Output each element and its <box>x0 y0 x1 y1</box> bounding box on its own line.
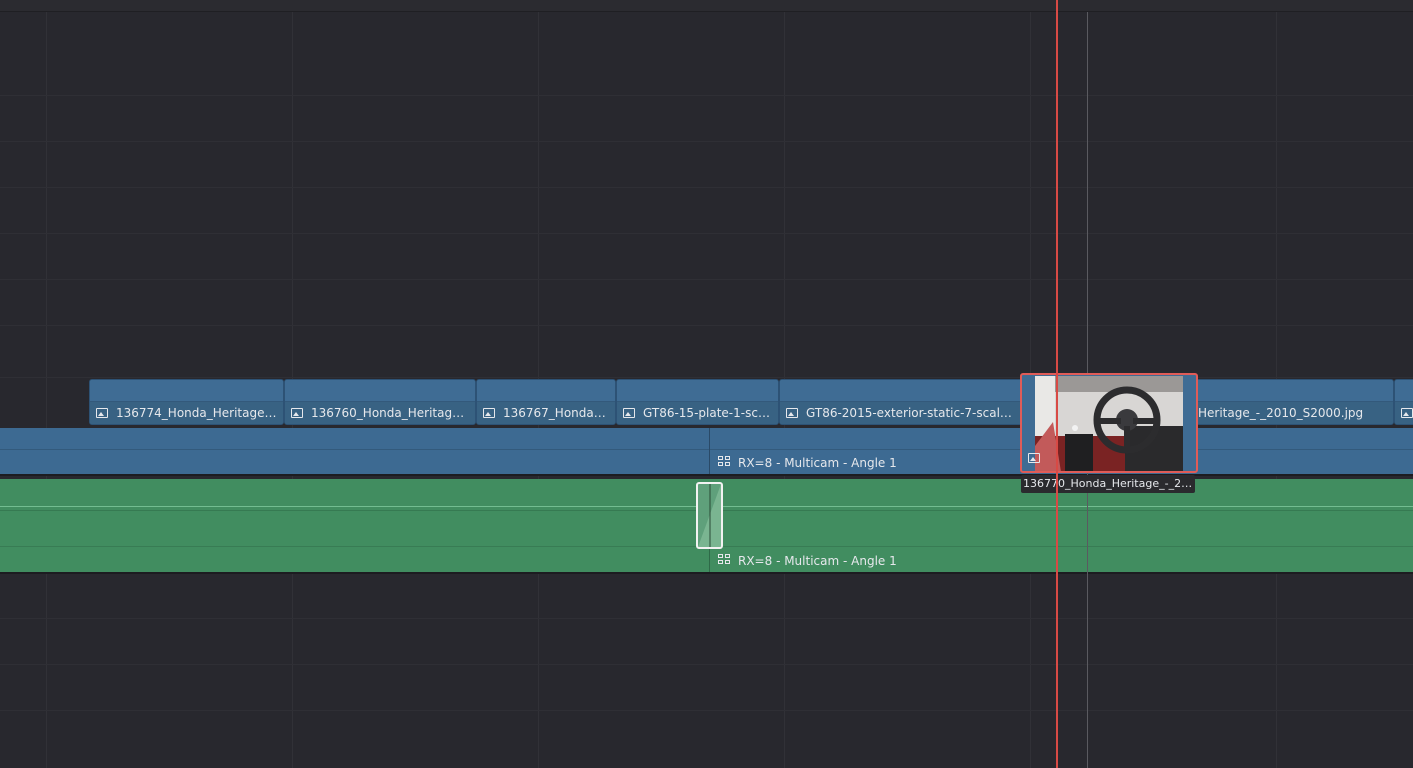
selected-clip[interactable] <box>1020 373 1198 473</box>
clip-name: GT86-2015-exterior-static-7-scaled.jpg <box>806 406 1019 420</box>
clip-name: 136774_Honda_Heritage_-_20... <box>116 406 279 420</box>
multicam-icon <box>718 554 732 566</box>
video-track-1-clip[interactable]: RX=8 - Multicam - Angle 1 <box>0 428 1413 474</box>
image-icon <box>1028 453 1040 463</box>
timeline-ruler[interactable] <box>0 0 1413 12</box>
track-lane-line <box>0 618 1413 619</box>
timeline-panel[interactable]: 136774_Honda_Heritage_-_20... 136760_Hon… <box>0 0 1413 768</box>
clip-header <box>285 380 475 402</box>
clip-name: RX=8 - Multicam - Angle 1 <box>738 456 897 470</box>
selected-clip-name: 136770_Honda_Heritage_-_2010... <box>1021 475 1195 493</box>
audio-transition[interactable] <box>696 482 723 549</box>
track-lane-line <box>0 233 1413 234</box>
timeline-clip[interactable] <box>1394 379 1413 425</box>
timeline-clip[interactable]: GT86-2015-exterior-static-7-scaled.jpg <box>779 379 1024 425</box>
clip-name: RX=8 - Multicam - Angle 1 <box>738 554 897 568</box>
timeline-clip[interactable]: GT86-15-plate-1-scaled.... <box>616 379 779 425</box>
image-icon <box>483 408 495 418</box>
transition-icon <box>698 484 721 547</box>
track-divider <box>0 572 1413 574</box>
edit-point[interactable] <box>709 428 710 474</box>
timeline-clip[interactable]: 136760_Honda_Heritage_-_2... <box>284 379 476 425</box>
track-lane-line <box>0 710 1413 711</box>
timeline-clip[interactable]: Heritage_-_2010_S2000.jpg <box>1190 379 1394 425</box>
track-lane-line <box>0 141 1413 142</box>
track-lane-line <box>0 377 1413 378</box>
timeline-clip[interactable]: 136767_Honda_He... <box>476 379 616 425</box>
image-icon <box>291 408 303 418</box>
image-icon <box>1401 408 1413 418</box>
track-lane-line <box>0 279 1413 280</box>
edit-point[interactable] <box>709 546 710 572</box>
track-lane-line <box>0 325 1413 326</box>
image-icon <box>96 408 108 418</box>
track-lane-line <box>0 664 1413 665</box>
clip-name: 136760_Honda_Heritage_-_2... <box>311 406 471 420</box>
track-lane-line <box>0 187 1413 188</box>
clip-header <box>617 380 778 402</box>
timeline-clip[interactable]: 136774_Honda_Heritage_-_20... <box>89 379 284 425</box>
image-icon <box>623 408 635 418</box>
multicam-icon <box>718 456 732 468</box>
playhead[interactable] <box>1056 0 1058 768</box>
clip-header <box>477 380 615 402</box>
clip-name: 136767_Honda_He... <box>503 406 611 420</box>
clip-header <box>1395 380 1413 402</box>
grid-line <box>46 12 47 768</box>
clip-header <box>90 380 283 402</box>
clip-name: Heritage_-_2010_S2000.jpg <box>1198 406 1364 420</box>
clip-header <box>1191 380 1393 402</box>
image-icon <box>786 408 798 418</box>
clip-name: GT86-15-plate-1-scaled.... <box>643 406 774 420</box>
clip-header <box>780 380 1023 402</box>
track-lane-line <box>0 95 1413 96</box>
track-divider <box>0 474 1413 476</box>
clip-split-line <box>0 449 1413 450</box>
